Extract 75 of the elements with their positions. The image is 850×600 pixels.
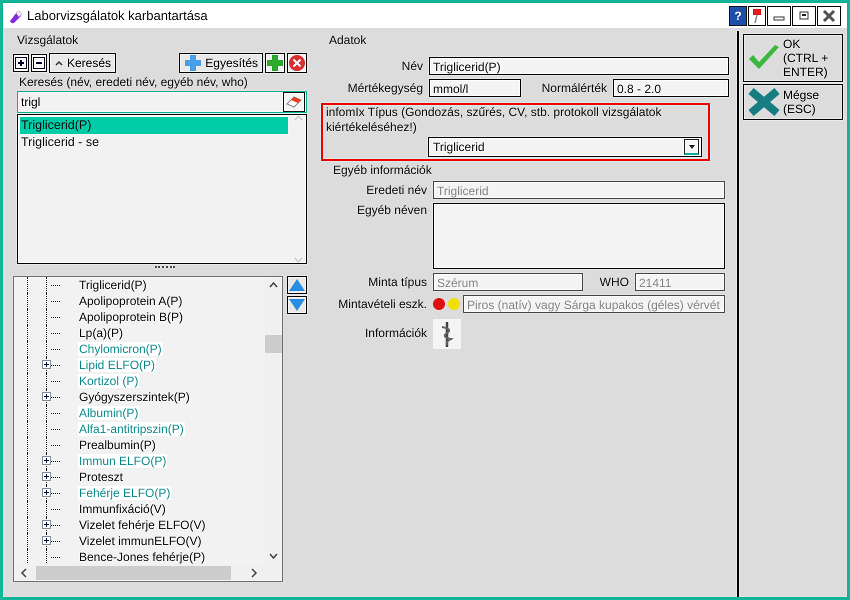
tree-item[interactable]: Kortizol (P) [78,374,140,388]
caret-icon [54,59,64,67]
expand-icon[interactable] [42,392,51,401]
tree-item[interactable]: Fehérje ELFO(P) [78,486,172,500]
tree-item[interactable]: Chylomicron(P) [78,342,163,356]
result-item[interactable]: Triglicerid(P) [20,117,288,134]
field-label: WHO [598,275,629,289]
expand-icon[interactable] [42,456,51,465]
cancel-button[interactable]: Mégse (ESC) [743,84,843,120]
field-label: Információk [364,326,427,340]
scroll-thumb[interactable] [265,335,282,353]
tree-item[interactable]: Triglicerid(P) [78,278,148,292]
close-icon[interactable] [817,6,841,26]
tree-item[interactable]: Alfa1-antitripszin(P) [78,422,185,436]
help-button[interactable]: ? [729,6,747,26]
tree-item[interactable]: Albumin(P) [78,406,140,420]
minimize-icon[interactable] [767,6,791,26]
expand-icon[interactable] [42,520,51,529]
tree-item[interactable]: Immunfixáció(V) [78,502,167,516]
field-label: Minta típus [367,275,427,289]
field-label: Normálérték [540,81,607,95]
caduceus-icon[interactable] [433,319,461,349]
tree-item[interactable]: Immun ELFO(P) [78,454,168,468]
field-label: Egyéb néven [356,203,427,217]
cross-icon [747,87,781,117]
expand-icon[interactable] [42,488,51,497]
move-up-icon[interactable] [287,276,307,294]
field-label: Mintavételi eszk. [337,297,427,311]
expand-all-icon[interactable] [13,54,29,72]
restore-icon[interactable] [792,6,816,26]
collapse-all-icon[interactable] [31,54,47,72]
window-title: Laborvizsgálatok karbantartása [27,8,208,23]
ok-button[interactable]: OK (CTRL + ENTER) [743,34,843,82]
tree-item[interactable]: Vizelet immunELFO(V) [78,534,202,548]
scroll-thumb[interactable] [36,566,231,580]
move-down-icon[interactable] [287,296,307,314]
tree-item[interactable]: Lipid ELFO(P) [78,358,156,372]
result-item[interactable]: Triglicerid - se [20,134,288,151]
capsule-icon [7,8,23,24]
delete-icon[interactable] [287,53,307,73]
type-label: infomIx Típus (Gondozás, szűrés, CV, stb. protokoll vizsgálatok kiértékeléséhez!) [326,105,662,135]
merge-button[interactable]: Egyesítés [179,53,263,73]
plus-icon [184,54,202,72]
name-field[interactable]: Triglicerid(P) [429,57,729,75]
scroll-right-icon[interactable] [250,568,258,578]
search-field[interactable]: trigl [17,91,307,113]
tree-item[interactable]: Apolipoprotein A(P) [78,294,184,308]
field-label: Eredeti név [365,183,427,197]
add-icon[interactable] [265,53,285,73]
field-label: Mértékegység [346,81,423,95]
scroll-down-icon[interactable] [269,551,278,561]
expand-icon[interactable] [42,360,51,369]
expand-icon[interactable] [42,536,51,545]
normal-range-field[interactable]: 0.8 - 2.0 [613,79,729,97]
tree-item[interactable]: Bence-Jones fehérje(P) [78,550,206,564]
section-title: Egyéb információk [332,163,433,177]
tree-item[interactable]: Proteszt [78,470,124,484]
expand-icon[interactable] [42,472,51,481]
scroll-up-icon[interactable] [269,280,278,290]
tree-item[interactable]: Apolipoprotein B(P) [78,310,184,324]
unit-field[interactable]: mmol/l [429,79,521,97]
section-title: Vizsgálatok [16,33,80,47]
tree-item[interactable]: Prealbumin(P) [78,438,157,452]
pin-icon[interactable] [748,6,766,26]
alias-field[interactable] [433,203,725,269]
search-label: Keresés (név, eredeti név, egyéb név, who) [19,75,249,89]
tree-item[interactable]: Lp(a)(P) [78,326,124,340]
type-dropdown[interactable]: Triglicerid [428,137,702,157]
field-label: Név [400,59,423,73]
search-toggle-button[interactable]: Keresés [49,53,116,73]
tree-item[interactable]: Vizelet fehérje ELFO(V) [78,518,206,532]
section-title: Adatok [328,33,368,47]
tree-item[interactable]: Gyógyszerszintek(P) [78,390,191,404]
scroll-left-icon[interactable] [20,568,28,578]
eraser-icon[interactable] [283,92,305,112]
